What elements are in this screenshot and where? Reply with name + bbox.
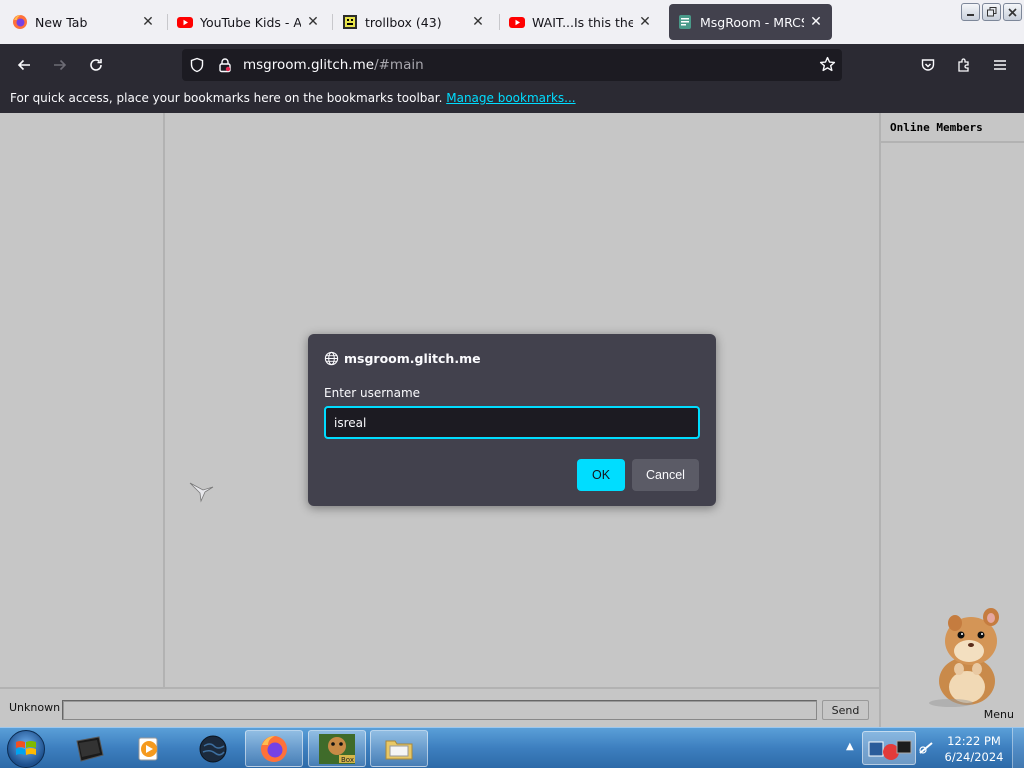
back-arrow-icon — [17, 59, 30, 71]
window-controls — [961, 3, 1022, 21]
close-icon[interactable]: ✕ — [470, 14, 486, 30]
minimize-button[interactable] — [961, 3, 980, 21]
message-input[interactable] — [62, 700, 817, 720]
taskbar-terminal[interactable] — [60, 730, 118, 767]
manage-bookmarks-link[interactable]: Manage bookmarks... — [446, 91, 575, 105]
tab-separator — [332, 14, 333, 30]
tab-separator — [167, 14, 168, 30]
tab-trollbox[interactable]: trollbox (43) ✕ — [334, 4, 494, 40]
taskbar-explorer[interactable] — [370, 730, 428, 767]
start-button[interactable] — [7, 730, 45, 768]
cancel-button[interactable]: Cancel — [632, 459, 699, 491]
hamburger-menu-icon — [994, 60, 1006, 70]
app-menu-button[interactable] — [987, 52, 1013, 78]
reload-icon — [90, 59, 102, 71]
online-members-title: Online Members — [881, 113, 1024, 143]
bird-icon — [189, 482, 214, 503]
msgroom-icon — [677, 14, 693, 30]
tab-title: YouTube Kids - An A — [200, 14, 301, 30]
taskbar-firefox[interactable] — [245, 730, 303, 767]
address-bar[interactable]: msgroom.glitch.me/#main — [182, 49, 842, 81]
globe-app-icon — [199, 735, 227, 762]
firefox-icon — [12, 14, 28, 30]
close-window-button[interactable] — [1003, 3, 1022, 21]
youtube-icon — [177, 14, 193, 30]
close-icon[interactable]: ✕ — [140, 14, 156, 30]
close-icon[interactable]: ✕ — [637, 14, 653, 30]
close-icon[interactable]: ✕ — [305, 14, 321, 30]
youtube-icon — [509, 14, 525, 30]
url-path: /#main — [374, 57, 424, 73]
tab-youtube-kids[interactable]: YouTube Kids - An A ✕ — [169, 4, 329, 40]
media-player-icon — [138, 737, 158, 760]
taskbar-clock[interactable]: 12:22 PM 6/24/2024 — [940, 733, 1008, 765]
pocket-icon — [921, 59, 935, 71]
tray-expand-icon[interactable]: ▲ — [846, 741, 854, 752]
menu-label[interactable]: Menu — [984, 708, 1014, 721]
tab-title: WAIT...Is this the BIR — [532, 14, 633, 30]
reload-button[interactable] — [83, 52, 109, 78]
globe-icon — [324, 351, 339, 366]
nickname-label[interactable]: Unknown — [9, 701, 60, 714]
pocket-button[interactable] — [915, 52, 941, 78]
forward-arrow-icon — [54, 59, 67, 71]
terminal-icon — [76, 735, 104, 762]
clock-time: 12:22 PM — [947, 734, 1001, 748]
windows-taskbar: Box ▲ 12:22 PM 6/24/2024 — [0, 727, 1024, 768]
url-text[interactable]: msgroom.glitch.me/#main — [243, 57, 424, 73]
back-button[interactable] — [11, 52, 37, 78]
navigation-toolbar: msgroom.glitch.me/#main — [0, 44, 1024, 86]
taskbar-globe[interactable] — [184, 730, 242, 767]
folder-icon — [385, 740, 413, 759]
tab-youtube-video[interactable]: WAIT...Is this the BIR ✕ — [501, 4, 661, 40]
windows-logo-icon — [16, 741, 36, 755]
clock-date: 6/24/2024 — [944, 750, 1004, 764]
close-icon[interactable]: ✕ — [808, 14, 824, 30]
star-icon[interactable] — [819, 56, 836, 73]
rooms-panel — [0, 113, 165, 687]
url-host: msgroom.glitch.me — [243, 57, 375, 73]
svg-text:Box: Box — [341, 756, 354, 764]
extensions-button[interactable] — [951, 52, 977, 78]
members-panel: Online Members Menu — [879, 113, 1024, 727]
taskbar-box-game[interactable]: Box — [308, 730, 366, 767]
username-prompt-dialog: msgroom.glitch.me Enter username OK Canc… — [308, 334, 716, 506]
dialog-origin-text: msgroom.glitch.me — [344, 351, 481, 366]
send-button[interactable]: Send — [822, 700, 869, 720]
show-desktop-button[interactable] — [1012, 728, 1024, 768]
ok-button[interactable]: OK — [577, 459, 625, 491]
lock-icon[interactable] — [217, 57, 233, 73]
taskbar-media-player[interactable] — [120, 730, 178, 767]
network-icon[interactable] — [918, 740, 934, 756]
tab-separator — [499, 14, 500, 30]
tab-strip: New Tab ✕ YouTube Kids - An A ✕ trollbox… — [0, 0, 1024, 44]
tray-apps-icon — [868, 740, 912, 760]
dialog-prompt-label: Enter username — [324, 386, 421, 400]
forward-button[interactable] — [47, 52, 73, 78]
firefox-icon — [261, 735, 287, 762]
tab-msgroom[interactable]: MsgRoom - MRCS C ✕ — [669, 4, 832, 40]
bookmarks-hint: For quick access, place your bookmarks h… — [10, 91, 443, 105]
tab-title: MsgRoom - MRCS C — [700, 14, 804, 30]
restore-button[interactable] — [982, 3, 1001, 21]
bookmarks-toolbar: For quick access, place your bookmarks h… — [0, 86, 1024, 113]
trollbox-icon — [342, 14, 358, 30]
tab-title: trollbox (43) — [365, 14, 442, 30]
shield-icon[interactable] — [189, 57, 205, 73]
tab-new-tab[interactable]: New Tab ✕ — [4, 4, 164, 40]
hamster-icon[interactable] — [921, 603, 1021, 707]
puzzle-icon — [958, 58, 969, 72]
username-input[interactable] — [324, 406, 700, 439]
message-bar: Unknown Send — [0, 687, 879, 727]
tray-app-group[interactable] — [862, 731, 916, 765]
tab-title: New Tab — [35, 14, 88, 30]
dialog-origin: msgroom.glitch.me — [324, 351, 481, 366]
box-game-icon: Box — [319, 733, 355, 764]
